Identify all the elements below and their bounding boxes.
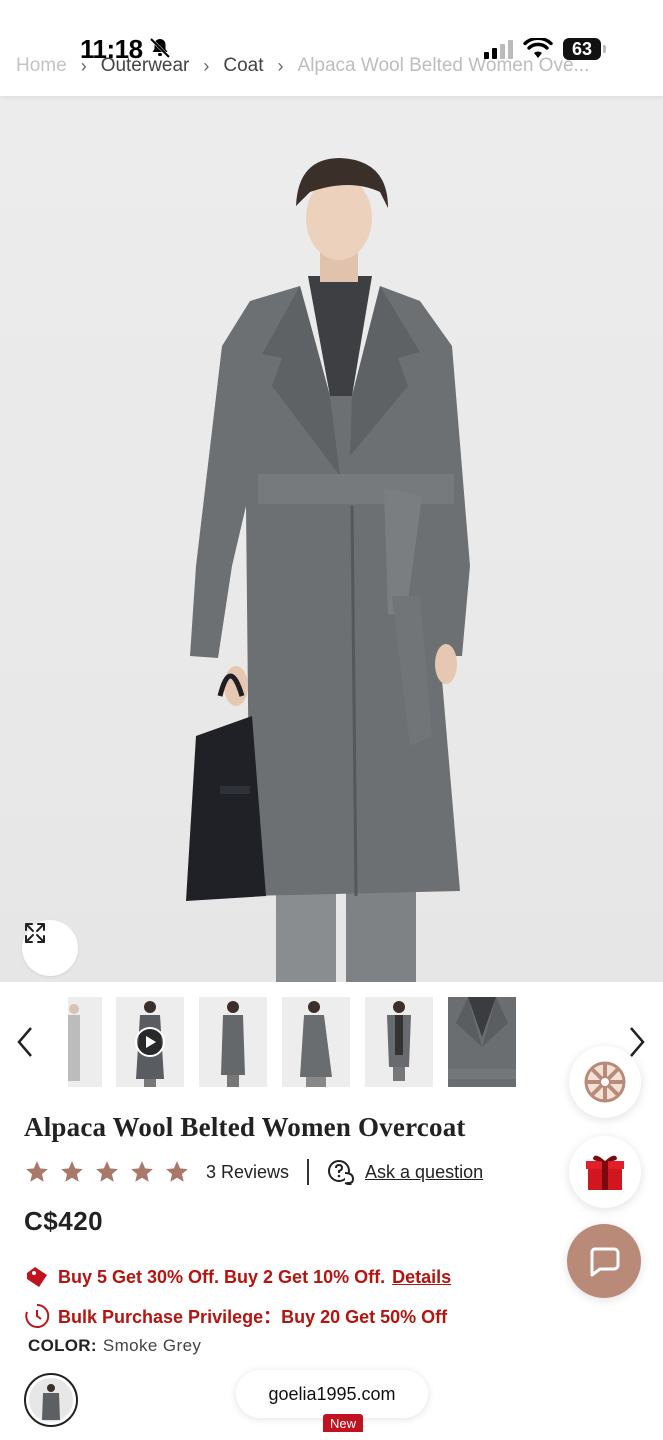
- color-selector-label: COLOR: Smoke Grey: [28, 1336, 201, 1356]
- promotion-offer: Buy 5 Get 30% Off. Buy 2 Get 10% Off. De…: [24, 1262, 451, 1292]
- play-icon: [135, 1027, 165, 1057]
- thumbnail-item[interactable]: [68, 997, 102, 1087]
- thumbnail-video[interactable]: [116, 997, 184, 1087]
- chat-button[interactable]: [567, 1224, 641, 1298]
- new-badge: New: [323, 1414, 363, 1432]
- bulk-text: Bulk Purchase Privilege：Buy 20 Get 50% O…: [58, 1307, 448, 1327]
- expand-arrows-icon: [25, 923, 45, 943]
- star-icon: [166, 1161, 188, 1182]
- ask-question-label: Ask a question: [365, 1161, 484, 1182]
- model-in-coat-illustration: [186, 158, 470, 982]
- promotion-bulk: Bulk Purchase Privilege：Buy 20 Get 50% O…: [24, 1301, 447, 1331]
- question-chat-icon: [328, 1160, 355, 1185]
- thumbnail-item[interactable]: [282, 997, 350, 1087]
- wheel-icon: [584, 1061, 626, 1103]
- thumbnail-prev-button[interactable]: [10, 1022, 40, 1062]
- chevron-right-icon: [630, 1027, 645, 1057]
- status-indicators: 63: [484, 36, 606, 62]
- color-label: COLOR:: [28, 1336, 97, 1355]
- offer-text: Buy 5 Get 30% Off. Buy 2 Get 10% Off.: [58, 1266, 386, 1287]
- browser-url-bar[interactable]: goelia1995.com: [236, 1370, 428, 1418]
- star-icon: [61, 1161, 83, 1182]
- cellular-signal-icon: [484, 39, 513, 59]
- offer-details-link[interactable]: Details: [392, 1267, 451, 1288]
- zoom-expand-button[interactable]: [22, 920, 78, 976]
- status-bar: [0, 0, 663, 36]
- divider: [307, 1159, 310, 1185]
- bell-muted-icon: [148, 36, 172, 65]
- lucky-wheel-button[interactable]: [569, 1046, 641, 1118]
- breadcrumb-home[interactable]: Home: [16, 55, 67, 77]
- thumbnail-carousel: [0, 982, 663, 1102]
- reviews-link[interactable]: 3 Reviews: [206, 1162, 289, 1183]
- star-icon: [131, 1161, 153, 1182]
- product-price: C$420: [24, 1206, 104, 1236]
- ask-question-link[interactable]: Ask a question: [327, 1159, 483, 1185]
- chat-icon: [590, 1247, 620, 1277]
- breadcrumb-separator: ›: [277, 55, 284, 76]
- rating-row: 3 Reviews Ask a question: [24, 1156, 483, 1188]
- star-icon: [96, 1161, 118, 1182]
- breadcrumb-separator: ›: [203, 55, 210, 76]
- battery-icon: 63: [563, 38, 606, 60]
- price-tag-icon: [24, 1264, 50, 1290]
- clock-icon: [24, 1303, 50, 1329]
- thumbnail-item[interactable]: [365, 997, 433, 1087]
- product-title: Alpaca Wool Belted Women Overcoat: [24, 1112, 466, 1142]
- product-main-image[interactable]: [0, 96, 663, 982]
- wifi-icon: [523, 38, 553, 58]
- star-icon: [26, 1161, 48, 1182]
- gift-button[interactable]: [569, 1136, 641, 1208]
- color-swatch-smoke-grey[interactable]: [24, 1373, 78, 1427]
- status-time: 11:18: [80, 34, 143, 64]
- star-rating[interactable]: [24, 1159, 190, 1185]
- thumbnail-item[interactable]: [199, 997, 267, 1087]
- gift-icon: [586, 1155, 624, 1190]
- breadcrumb-coat[interactable]: Coat: [223, 55, 263, 77]
- color-value: Smoke Grey: [102, 1336, 202, 1355]
- thumbnail-item[interactable]: [448, 997, 516, 1087]
- chevron-left-icon: [17, 1027, 32, 1057]
